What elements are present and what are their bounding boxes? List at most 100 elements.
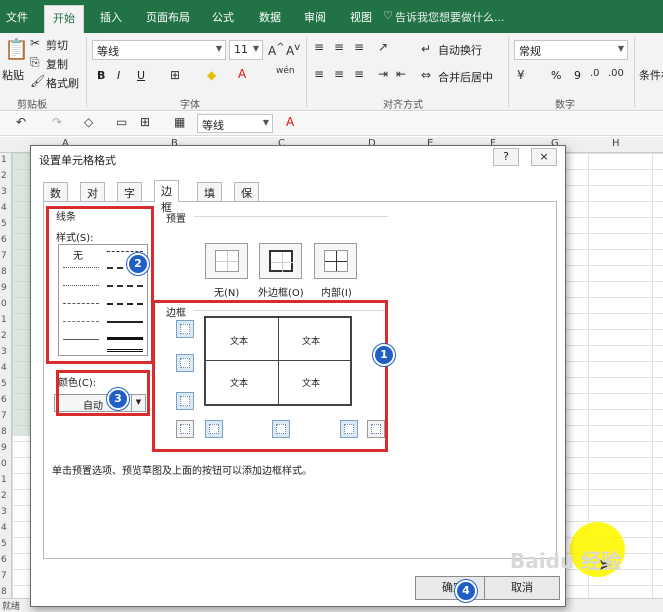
tab-file[interactable]: 文件 xyxy=(6,9,28,25)
row-number[interactable]: 8 xyxy=(1,427,7,437)
row-number[interactable]: 8 xyxy=(1,587,7,597)
row-number[interactable]: 3 xyxy=(1,187,7,197)
row-number[interactable]: 2 xyxy=(1,171,7,181)
column-header[interactable]: H xyxy=(612,138,620,149)
format-cells-dialog: 设置单元格格式 ? × 数字 对齐 字体 边框 填充 保护 线条 样式(S): … xyxy=(30,145,566,607)
row-number[interactable]: 1 xyxy=(1,475,7,485)
font-size-combo[interactable]: 11 ▼ xyxy=(229,40,263,60)
row-number[interactable]: 1 xyxy=(1,315,7,325)
percent-button[interactable]: % xyxy=(551,69,561,82)
shrink-font-icon[interactable]: Av xyxy=(286,42,300,58)
outdent-icon[interactable]: ⇤ xyxy=(396,67,406,81)
number-format-combo[interactable]: 常规 ▼ xyxy=(514,40,628,60)
cells-icon[interactable]: ▭ xyxy=(116,115,127,129)
align-bottom-icon[interactable]: ≡ xyxy=(354,40,364,54)
copy-button[interactable]: 复制 xyxy=(46,56,68,72)
copy-icon[interactable]: ⎘ xyxy=(30,55,40,70)
row-number[interactable]: 3 xyxy=(1,507,7,517)
row-number[interactable]: 6 xyxy=(1,235,7,245)
wrap-text-icon[interactable]: ↵ xyxy=(421,42,431,56)
paste-button[interactable]: 粘贴 xyxy=(2,67,24,83)
underline-button[interactable]: U xyxy=(137,69,145,82)
borders-icon[interactable]: ⊞ xyxy=(170,68,180,82)
comma-button[interactable]: 9 xyxy=(574,69,581,82)
bold-button[interactable]: B xyxy=(97,69,105,82)
ok-button[interactable]: 确定 xyxy=(415,576,491,600)
redo-icon[interactable]: ↷ xyxy=(52,115,62,129)
tab-fill[interactable]: 填充 xyxy=(197,182,222,216)
grow-font-icon[interactable]: A^ xyxy=(268,42,285,58)
tell-me-box[interactable]: 告诉我您想要做什么... xyxy=(395,9,505,25)
row-number[interactable]: 6 xyxy=(1,395,7,405)
tab-formulas[interactable]: 公式 xyxy=(212,9,234,25)
cancel-button[interactable]: 取消 xyxy=(484,576,560,600)
format-painter-icon[interactable]: 🖌 xyxy=(30,74,45,88)
align-middle-icon[interactable]: ≡ xyxy=(334,40,344,54)
tab-page-layout[interactable]: 页面布局 xyxy=(146,9,190,25)
tab-data[interactable]: 数据 xyxy=(259,9,281,25)
font-color-icon[interactable]: A xyxy=(238,67,246,81)
row-number[interactable]: 9 xyxy=(1,283,7,293)
phonetic-icon[interactable]: wén xyxy=(276,66,295,76)
indent-icon[interactable]: ⇥ xyxy=(378,67,388,81)
row-number[interactable]: 5 xyxy=(1,219,7,229)
border-icon[interactable]: ⊞ xyxy=(140,115,150,129)
merge-center-icon[interactable]: ⇔ xyxy=(421,68,431,82)
row-number[interactable]: 5 xyxy=(1,379,7,389)
row-number[interactable]: 9 xyxy=(1,443,7,453)
table-icon[interactable]: ▦ xyxy=(174,115,185,129)
align-top-icon[interactable]: ≡ xyxy=(314,40,324,54)
tab-alignment[interactable]: 对齐 xyxy=(80,182,105,216)
row-number[interactable]: 2 xyxy=(1,331,7,341)
increase-decimal-icon[interactable]: .0 xyxy=(590,68,600,79)
fill-color-icon[interactable]: ◆ xyxy=(207,68,216,82)
row-number[interactable]: 5 xyxy=(1,539,7,549)
currency-icon[interactable]: ¥ xyxy=(517,68,525,82)
wrap-text-button[interactable]: 自动换行 xyxy=(438,42,482,58)
row-number[interactable]: 4 xyxy=(1,523,7,533)
preset-inside-button[interactable] xyxy=(314,243,357,279)
merge-center-button[interactable]: 合并后居中 xyxy=(438,69,493,85)
tab-insert[interactable]: 插入 xyxy=(100,9,122,25)
align-right-icon[interactable]: ≡ xyxy=(354,67,364,81)
tab-home[interactable]: 开始 xyxy=(44,5,84,33)
align-center-icon[interactable]: ≡ xyxy=(334,67,344,81)
close-button[interactable]: × xyxy=(531,148,557,166)
tab-font[interactable]: 字体 xyxy=(117,182,142,216)
font-name-combo[interactable]: 等线 ▼ xyxy=(92,40,226,60)
clear-format-icon[interactable]: ◇ xyxy=(84,115,93,129)
format-painter-button[interactable]: 格式刷 xyxy=(46,75,79,91)
cut-icon[interactable]: ✂ xyxy=(30,36,40,50)
row-number[interactable]: 6 xyxy=(1,555,7,565)
undo-icon[interactable]: ↶ xyxy=(16,115,26,129)
row-number[interactable]: 4 xyxy=(1,363,7,373)
help-button[interactable]: ? xyxy=(493,148,519,166)
row-number[interactable]: 0 xyxy=(1,459,7,469)
tab-number[interactable]: 数字 xyxy=(43,182,68,216)
decrease-decimal-icon[interactable]: .00 xyxy=(608,68,624,79)
italic-button[interactable]: I xyxy=(117,69,120,82)
row-number[interactable]: 2 xyxy=(1,491,7,501)
conditional-format-button[interactable]: 条件格 xyxy=(639,67,663,83)
qat-font-combo[interactable]: 等线 ▼ xyxy=(197,114,273,133)
orientation-icon[interactable]: ↗ xyxy=(378,40,388,54)
row-number[interactable]: 0 xyxy=(1,299,7,309)
row-number[interactable]: 3 xyxy=(1,347,7,357)
cut-button[interactable]: 剪切 xyxy=(46,37,68,53)
row-number[interactable]: 1 xyxy=(1,155,7,165)
preset-outline-button[interactable] xyxy=(259,243,302,279)
tab-review[interactable]: 审阅 xyxy=(304,9,326,25)
row-number[interactable]: 4 xyxy=(1,203,7,213)
row-number[interactable]: 7 xyxy=(1,251,7,261)
tab-border[interactable]: 边框 xyxy=(154,180,179,214)
tab-view[interactable]: 视图 xyxy=(350,9,372,25)
row-number[interactable]: 8 xyxy=(1,267,7,277)
paste-icon[interactable]: 📋 xyxy=(4,37,29,61)
align-left-icon[interactable]: ≡ xyxy=(314,67,324,81)
font-color-icon[interactable]: A xyxy=(286,115,294,129)
row-number[interactable]: 7 xyxy=(1,411,7,421)
chevron-down-icon: ▼ xyxy=(262,118,269,127)
tab-protection[interactable]: 保护 xyxy=(234,182,259,216)
preset-none-button[interactable] xyxy=(205,243,248,279)
row-number[interactable]: 7 xyxy=(1,571,7,581)
